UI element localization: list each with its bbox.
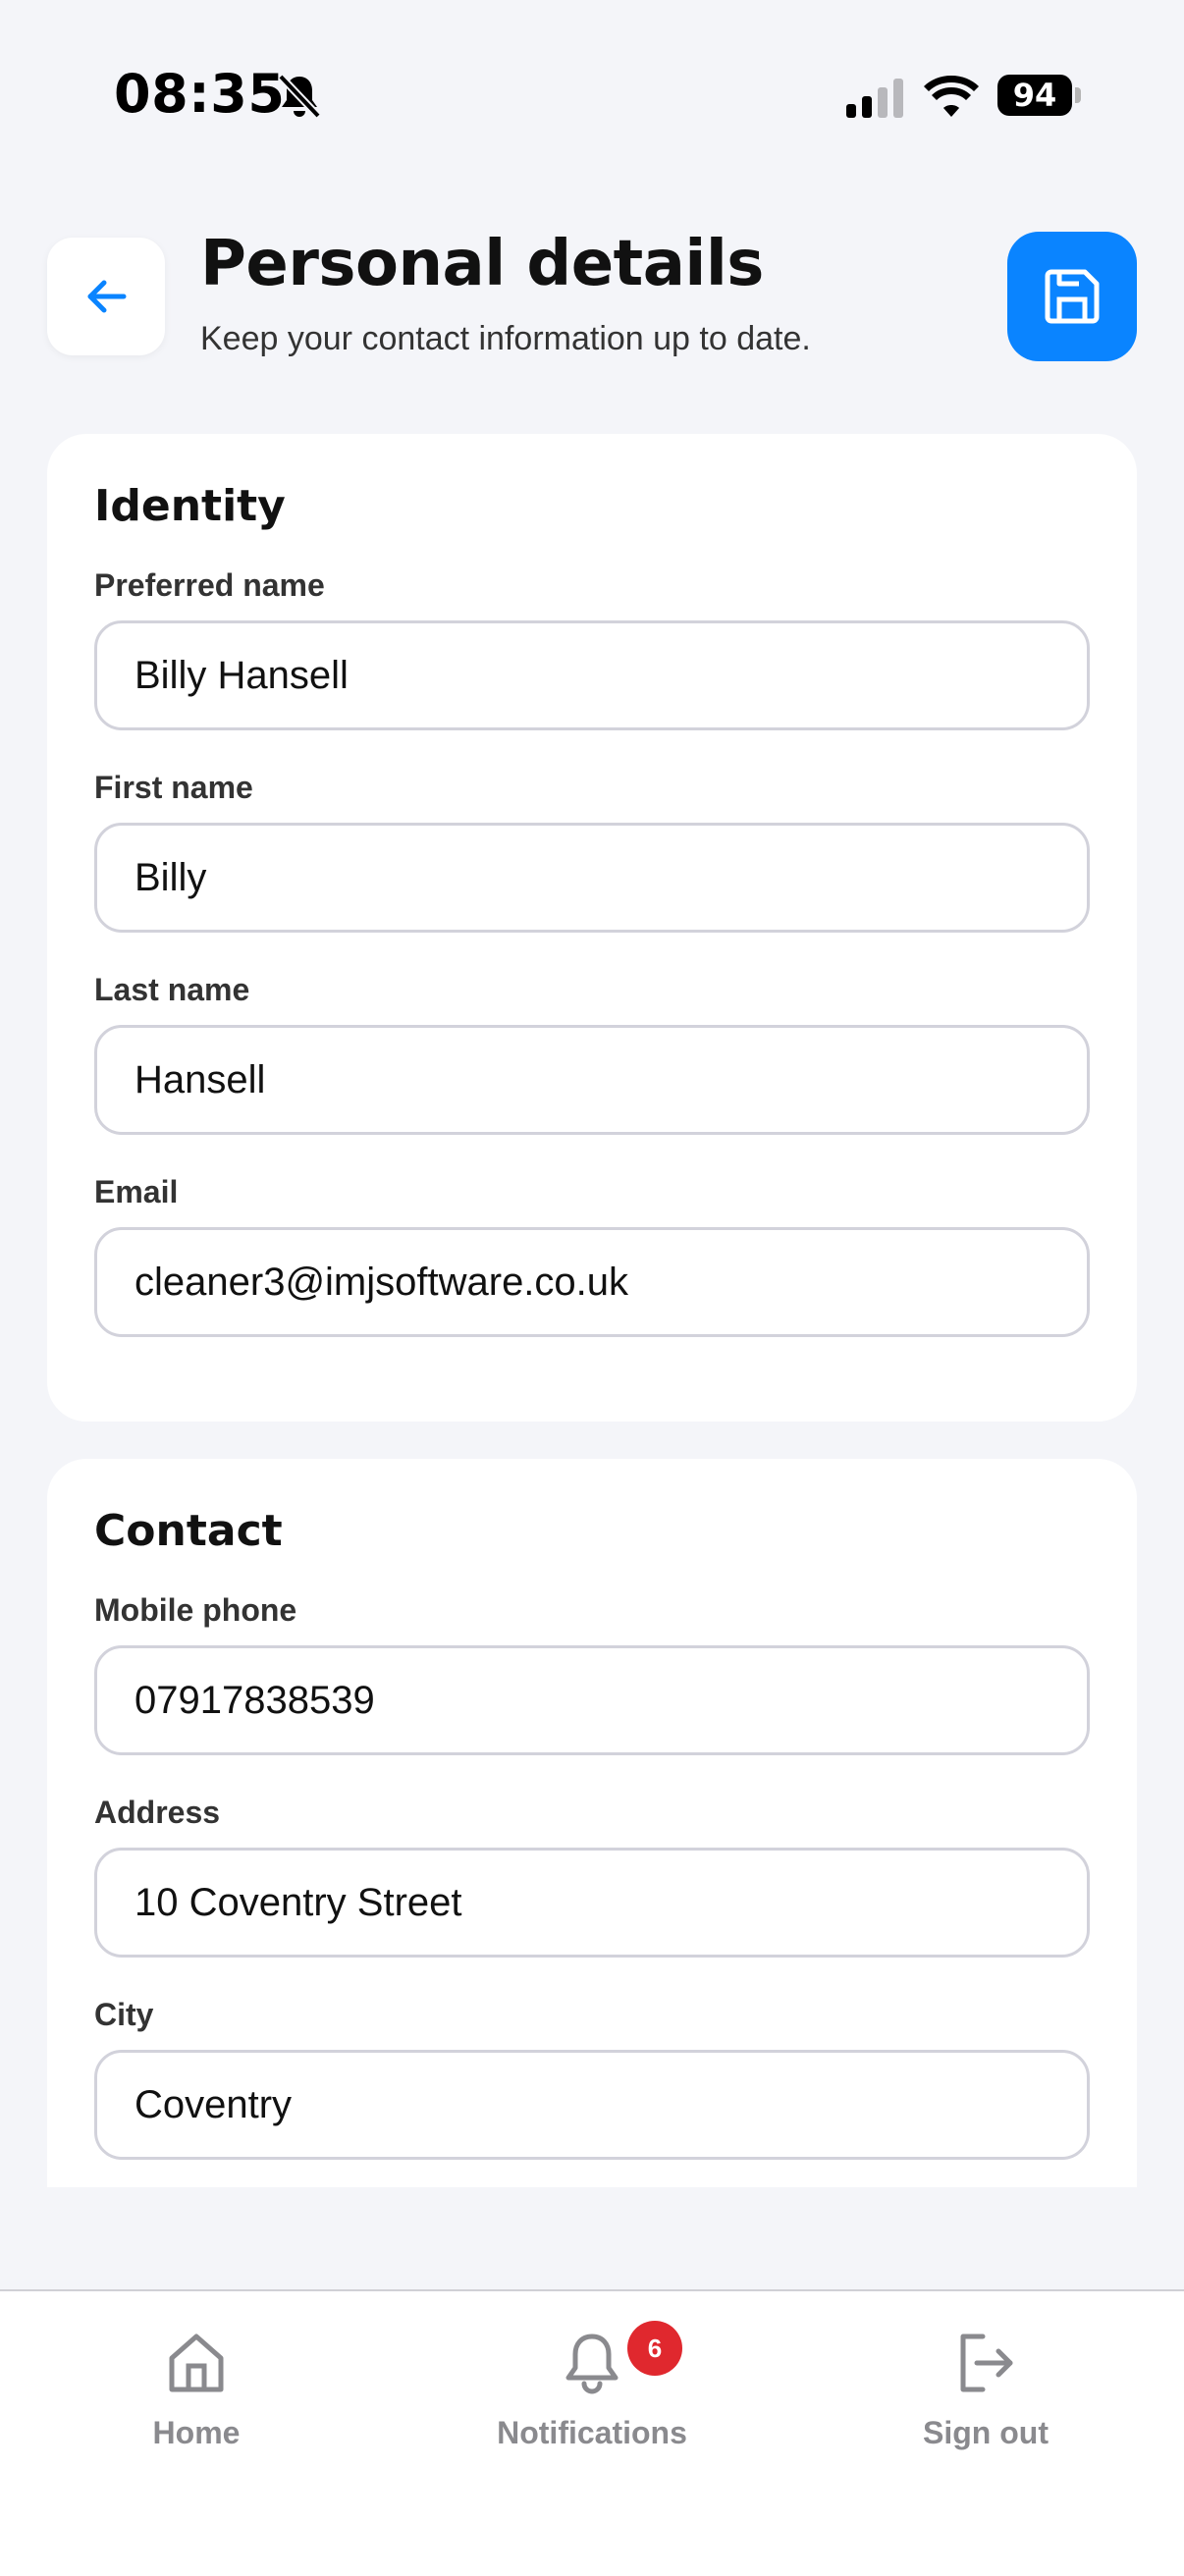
back-button[interactable]: [47, 238, 165, 355]
nav-label-sign-out: Sign out: [923, 2415, 1049, 2450]
mobile-phone-label: Mobile phone: [94, 1592, 297, 1628]
nav-item-notifications[interactable]: 6 Notifications: [464, 2321, 720, 2456]
wifi-icon: [924, 76, 979, 117]
page-title: Personal details: [200, 228, 764, 300]
battery-indicator: 94: [997, 75, 1082, 116]
nav-item-sign-out[interactable]: Sign out: [858, 2329, 1113, 2456]
home-icon: [169, 2334, 224, 2392]
last-name-label: Last name: [94, 972, 250, 1007]
city-field[interactable]: [94, 2050, 1090, 2160]
city-label: City: [94, 1997, 154, 2032]
battery-cap: [1075, 87, 1081, 103]
save-button[interactable]: [1007, 232, 1137, 361]
identity-section-title: Identity: [94, 481, 286, 531]
last-name-field[interactable]: [94, 1025, 1090, 1135]
contact-section-title: Contact: [94, 1506, 283, 1556]
bell-icon: [565, 2334, 619, 2394]
first-name-field[interactable]: [94, 823, 1090, 933]
nav-label-home: Home: [152, 2415, 241, 2450]
preferred-name-label: Preferred name: [94, 567, 325, 603]
preferred-name-field[interactable]: [94, 620, 1090, 730]
arrow-left-icon: [87, 280, 127, 313]
identity-card: Identity Preferred name First name Last …: [47, 434, 1137, 1422]
battery-level: 94: [997, 75, 1072, 116]
sign-out-icon: [960, 2334, 1013, 2392]
contact-card: Contact Mobile phone Address City: [47, 1459, 1137, 2187]
email-field[interactable]: [94, 1227, 1090, 1337]
first-name-label: First name: [94, 770, 253, 805]
status-time: 08:35: [114, 63, 286, 125]
mobile-phone-field[interactable]: [94, 1645, 1090, 1755]
bell-off-icon: [278, 74, 321, 119]
address-field[interactable]: [94, 1848, 1090, 1958]
address-label: Address: [94, 1795, 221, 1830]
save-icon: [1045, 269, 1100, 324]
nav-item-home[interactable]: Home: [69, 2329, 324, 2456]
nav-label-notifications: Notifications: [497, 2415, 687, 2450]
status-bar: 08:35 94: [0, 0, 1184, 196]
page-subtitle: Keep your contact information up to date…: [200, 320, 811, 357]
notification-badge: 6: [627, 2321, 682, 2376]
email-label: Email: [94, 1174, 179, 1209]
cellular-signal-icon: [846, 79, 903, 118]
bottom-nav: Home 6 Notifications Sign out: [0, 2289, 1184, 2576]
